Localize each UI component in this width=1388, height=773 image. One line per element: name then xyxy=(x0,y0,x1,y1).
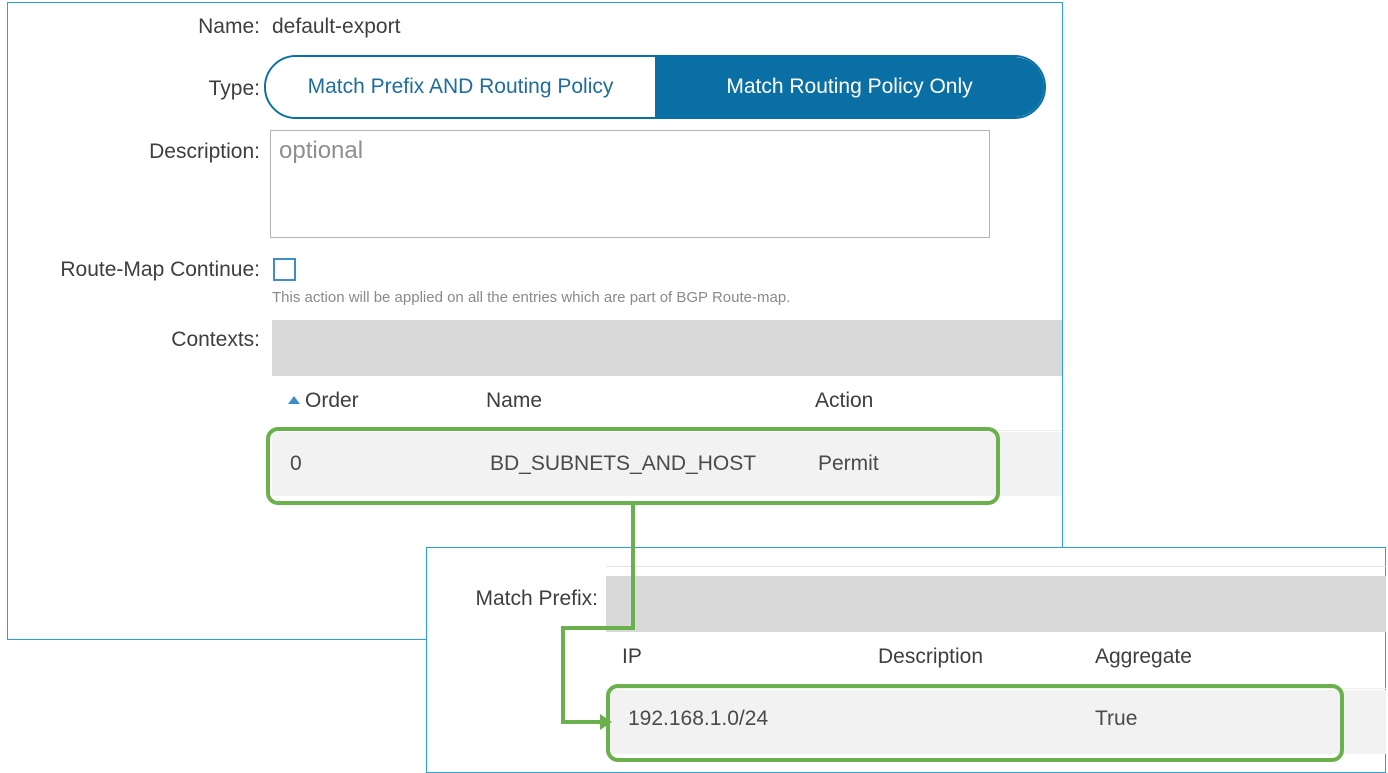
sort-ascending-icon[interactable] xyxy=(288,396,300,404)
route-map-continue-hint: This action will be applied on all the e… xyxy=(272,289,791,306)
route-map-continue-checkbox[interactable] xyxy=(273,258,296,281)
type-option-match-routing-policy-only[interactable]: Match Routing Policy Only xyxy=(655,57,1044,117)
type-segmented-control[interactable]: Match Prefix AND Routing Policy Match Ro… xyxy=(264,55,1046,119)
match-prefix-header-description[interactable]: Description xyxy=(878,645,983,669)
description-input[interactable] xyxy=(270,130,990,238)
match-prefix-header-aggregate[interactable]: Aggregate xyxy=(1095,645,1192,669)
match-prefix-top-divider xyxy=(606,566,1386,567)
type-label: Type: xyxy=(208,77,260,100)
contexts-header-order[interactable]: Order xyxy=(305,389,359,413)
match-prefix-toolbar xyxy=(606,576,1386,632)
context-row-highlight xyxy=(266,427,1000,505)
name-label: Name: xyxy=(198,15,260,38)
contexts-label: Contexts: xyxy=(171,328,260,351)
description-label: Description: xyxy=(149,140,260,163)
prefix-row-highlight xyxy=(606,684,1344,762)
route-map-continue-label: Route-Map Continue: xyxy=(60,258,260,281)
contexts-toolbar xyxy=(272,320,1062,376)
contexts-header-action[interactable]: Action xyxy=(815,389,873,413)
contexts-header-name[interactable]: Name xyxy=(486,389,542,413)
match-prefix-label: Match Prefix: xyxy=(475,587,598,610)
name-value: default-export xyxy=(272,15,401,38)
type-option-match-prefix-and-routing-policy[interactable]: Match Prefix AND Routing Policy xyxy=(266,57,655,117)
match-prefix-header-ip[interactable]: IP xyxy=(622,645,642,669)
